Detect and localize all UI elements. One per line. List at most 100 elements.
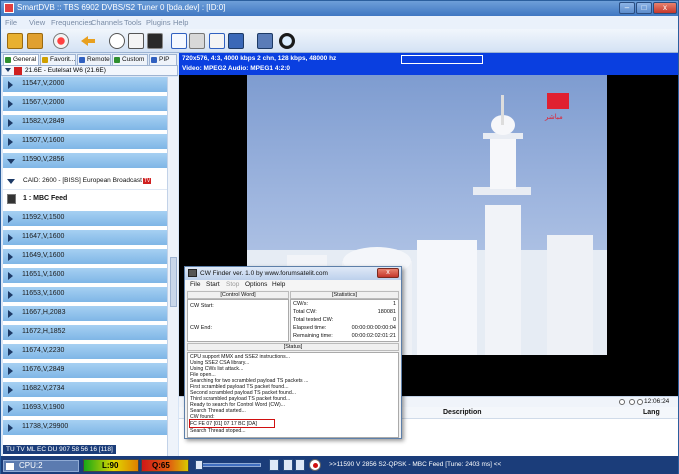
- minimize-button[interactable]: –: [619, 2, 635, 14]
- collapse-icon: [7, 179, 15, 184]
- found-cw-highlight: [189, 419, 275, 428]
- transponder-label: 11682,V,2734: [22, 385, 65, 392]
- cw-menu-options[interactable]: Options: [245, 281, 267, 288]
- transponder-row[interactable]: 11651,V,1600: [3, 268, 167, 285]
- transponder-row[interactable]: 11647,V,1600: [3, 230, 167, 247]
- capture-icon[interactable]: [228, 33, 244, 49]
- menu-tools[interactable]: Tools: [124, 18, 142, 27]
- menu-file[interactable]: File: [5, 18, 17, 27]
- next-icon[interactable]: [637, 399, 643, 405]
- cw-menu-help[interactable]: Help: [272, 281, 285, 288]
- screenshot-icon[interactable]: [295, 459, 305, 471]
- window-title: SmartDVB :: TBS 6902 DVBS/S2 Tuner 0 [bd…: [17, 3, 226, 12]
- transponder-row[interactable]: 11547,V,2000: [3, 77, 167, 94]
- menu-frequencies[interactable]: Frequencies: [51, 18, 92, 27]
- transponder-label: 11507,V,1600: [22, 137, 65, 144]
- expand-icon: [8, 424, 13, 432]
- speaker-icon[interactable]: [269, 459, 279, 471]
- transponder-row-expanded[interactable]: 11590,V,2856: [3, 153, 167, 170]
- transponder-row[interactable]: 11667,H,2083: [3, 306, 167, 323]
- history-icon[interactable]: [109, 33, 125, 49]
- open-icon[interactable]: [7, 33, 23, 49]
- transponder-row[interactable]: 11738,V,29900: [3, 420, 167, 437]
- pause-icon[interactable]: [629, 399, 635, 405]
- epg-description-header[interactable]: Description: [443, 409, 482, 416]
- expand-icon: [8, 386, 13, 394]
- channel-logo-text: مباشر: [544, 113, 563, 121]
- fullscreen-icon[interactable]: [171, 33, 187, 49]
- transponder-label: 11674,V,2230: [22, 347, 65, 354]
- transponder-row[interactable]: 11676,V,2849: [3, 363, 167, 380]
- record-button[interactable]: [309, 459, 321, 471]
- cw-finder-menu: File Start Stop Options Help: [185, 280, 401, 290]
- smartdvb-app-icon: [4, 3, 14, 13]
- channel-tree: 11547,V,2000 11567,V,2000 11582,V,2849 1…: [3, 77, 167, 456]
- transponder-row[interactable]: 11674,V,2230: [3, 344, 167, 361]
- channel-list-scrollbar[interactable]: [167, 77, 178, 456]
- transponder-row[interactable]: 11672,H,1852: [3, 325, 167, 342]
- tv-icon[interactable]: [257, 33, 273, 49]
- zoom-icon[interactable]: [279, 33, 295, 49]
- transponder-row[interactable]: 11649,V,1600: [3, 249, 167, 266]
- expand-icon: [8, 81, 13, 89]
- expand-icon: [8, 215, 13, 223]
- monitor-icon[interactable]: [147, 33, 163, 49]
- close-button[interactable]: x: [653, 2, 677, 14]
- transponder-label: 11667,H,2083: [22, 309, 66, 316]
- tab-pip[interactable]: PIP: [149, 54, 177, 65]
- scrollbar-thumb[interactable]: [170, 257, 177, 307]
- epg-language-header[interactable]: Lang: [643, 409, 660, 416]
- transponder-row[interactable]: 11582,V,2849: [3, 115, 167, 132]
- caid-row[interactable]: CAID: 2600 - [BISS] European Broadcast TV: [3, 173, 167, 190]
- transponder-row[interactable]: 11507,V,1600: [3, 134, 167, 151]
- cw-menu-file[interactable]: File: [190, 281, 200, 288]
- transponder-row[interactable]: 11693,V,1900: [3, 401, 167, 418]
- cw-menu-stop[interactable]: Stop: [226, 281, 239, 288]
- tab-favorites[interactable]: Favorit...: [40, 54, 76, 65]
- menu-channels[interactable]: Channels: [91, 18, 123, 27]
- transponder-label: 11547,V,2000: [22, 80, 65, 87]
- transponder-label: 11676,V,2849: [22, 366, 65, 373]
- tab-general[interactable]: General: [3, 54, 39, 65]
- log-line: Search Thread stoped...: [190, 428, 246, 434]
- transponder-row[interactable]: 11653,V,1600: [3, 287, 167, 304]
- close-file-icon[interactable]: [27, 33, 43, 49]
- menu-view[interactable]: View: [29, 18, 45, 27]
- expand-icon: [8, 272, 13, 280]
- copy-icon[interactable]: [128, 33, 144, 49]
- expand-icon: [8, 310, 13, 318]
- transponder-row[interactable]: 11592,V,1500: [3, 211, 167, 228]
- collapse-icon: [5, 68, 11, 74]
- tab-remote[interactable]: Remote: [77, 54, 111, 65]
- record-icon[interactable]: [53, 33, 69, 49]
- back-arrow-icon[interactable]: [81, 36, 95, 46]
- cw-end-label: CW End:: [190, 325, 213, 331]
- settings-tools-icon[interactable]: [189, 33, 205, 49]
- stat-label: Total CW:: [293, 309, 317, 315]
- volume-slider[interactable]: [195, 460, 261, 470]
- status-bar: CPU:2 L:90 Q:65 >>11590 V 2856 S2-QPSK -…: [1, 445, 678, 474]
- transponder-row[interactable]: 11682,V,2734: [3, 382, 167, 399]
- transponder-label: 11649,V,1600: [22, 252, 65, 259]
- mute-icon[interactable]: [283, 459, 293, 471]
- cw-finder-close-button[interactable]: x: [377, 268, 399, 278]
- menu-help[interactable]: Help: [173, 18, 188, 27]
- prev-icon[interactable]: [619, 399, 625, 405]
- expand-icon: [8, 291, 13, 299]
- satellite-selector[interactable]: 21.6E - Eutelsat W6 (21.6E): [1, 65, 178, 76]
- satellite-icon: [14, 67, 22, 75]
- menu-plugins[interactable]: Plugins: [146, 18, 171, 27]
- plus-icon: [114, 57, 120, 63]
- expand-icon: [8, 253, 13, 261]
- volume-slider-knob[interactable]: [195, 460, 203, 470]
- transponder-row[interactable]: 11567,V,2000: [3, 96, 167, 113]
- stream-info-line1: 720x576, 4:3, 4000 kbps 2 chn, 128 kbps,…: [182, 55, 337, 62]
- cw-finder-title: CW Finder ver. 1.0 by www.forumsatelit.c…: [200, 270, 328, 277]
- maximize-button[interactable]: □: [636, 2, 652, 14]
- tab-favorites-label: Favorit...: [50, 56, 76, 63]
- stat-value: 1: [392, 301, 396, 307]
- tab-custom[interactable]: Custom: [112, 54, 148, 65]
- service-row[interactable]: 1 : MBC Feed: [3, 191, 167, 208]
- window-icon[interactable]: [209, 33, 225, 49]
- cw-menu-start[interactable]: Start: [206, 281, 220, 288]
